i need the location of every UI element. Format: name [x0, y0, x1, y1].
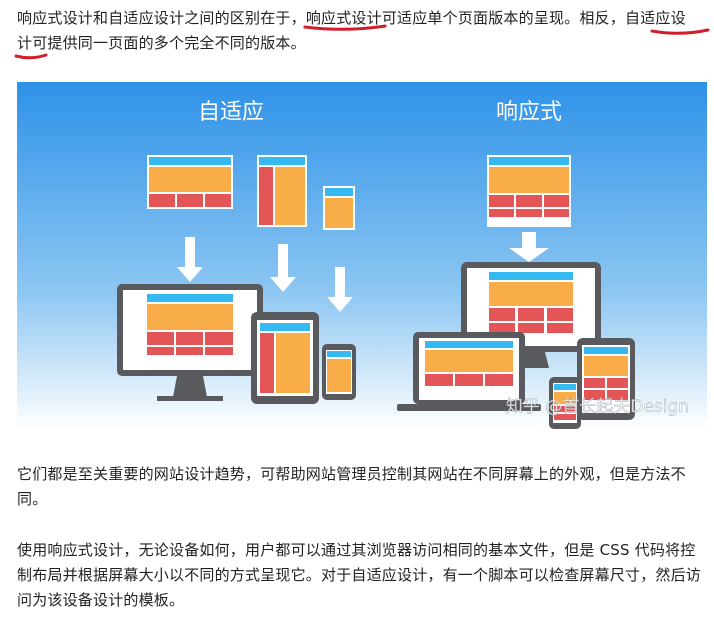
adaptive-template-desktop: [147, 155, 233, 209]
intro-text-part3: 可提供同一页面的多个完全不同的版本。: [32, 34, 306, 52]
adaptive-template-phone: [323, 186, 355, 230]
adaptive-phone-device: [322, 344, 356, 400]
trend-paragraph: 它们都是至关重要的网站设计趋势，可帮助网站管理员控制其网站在不同屏幕上的外观，但…: [17, 465, 686, 508]
responsive-template: [487, 155, 571, 227]
intro-paragraph: 响应式设计和自适应设计之间的区别在于，响应式设计 可适应单个页面版本的呈现。相反，…: [17, 6, 701, 56]
adaptive-tablet-device: [251, 312, 319, 404]
highlight-responsive-design: 响应式设计: [303, 9, 387, 31]
label-adaptive: 自适应: [198, 100, 264, 125]
css-paragraph: 使用响应式设计，无论设备如何，用户都可以通过其浏览器访问相同的基本文件，但是 C…: [17, 541, 702, 609]
adaptive-vs-responsive-figure: 自适应 响应式 知乎 @首长起夫Design: [17, 82, 707, 430]
red-underline-mark-adaptive: [650, 28, 710, 35]
intro-text-part1: 响应式设计和自适应设计之间的区别在于，: [17, 9, 306, 27]
adaptive-template-tablet: [257, 155, 307, 227]
red-underline-mark: [303, 24, 387, 31]
intro-text-part2: 可适应单个页面版本的呈现。相反，: [381, 9, 626, 27]
zhihu-watermark: 知乎 @首长起夫Design: [506, 397, 689, 417]
red-underline-mark-adaptive-wrap: [14, 53, 48, 60]
label-responsive: 响应式: [496, 100, 562, 125]
